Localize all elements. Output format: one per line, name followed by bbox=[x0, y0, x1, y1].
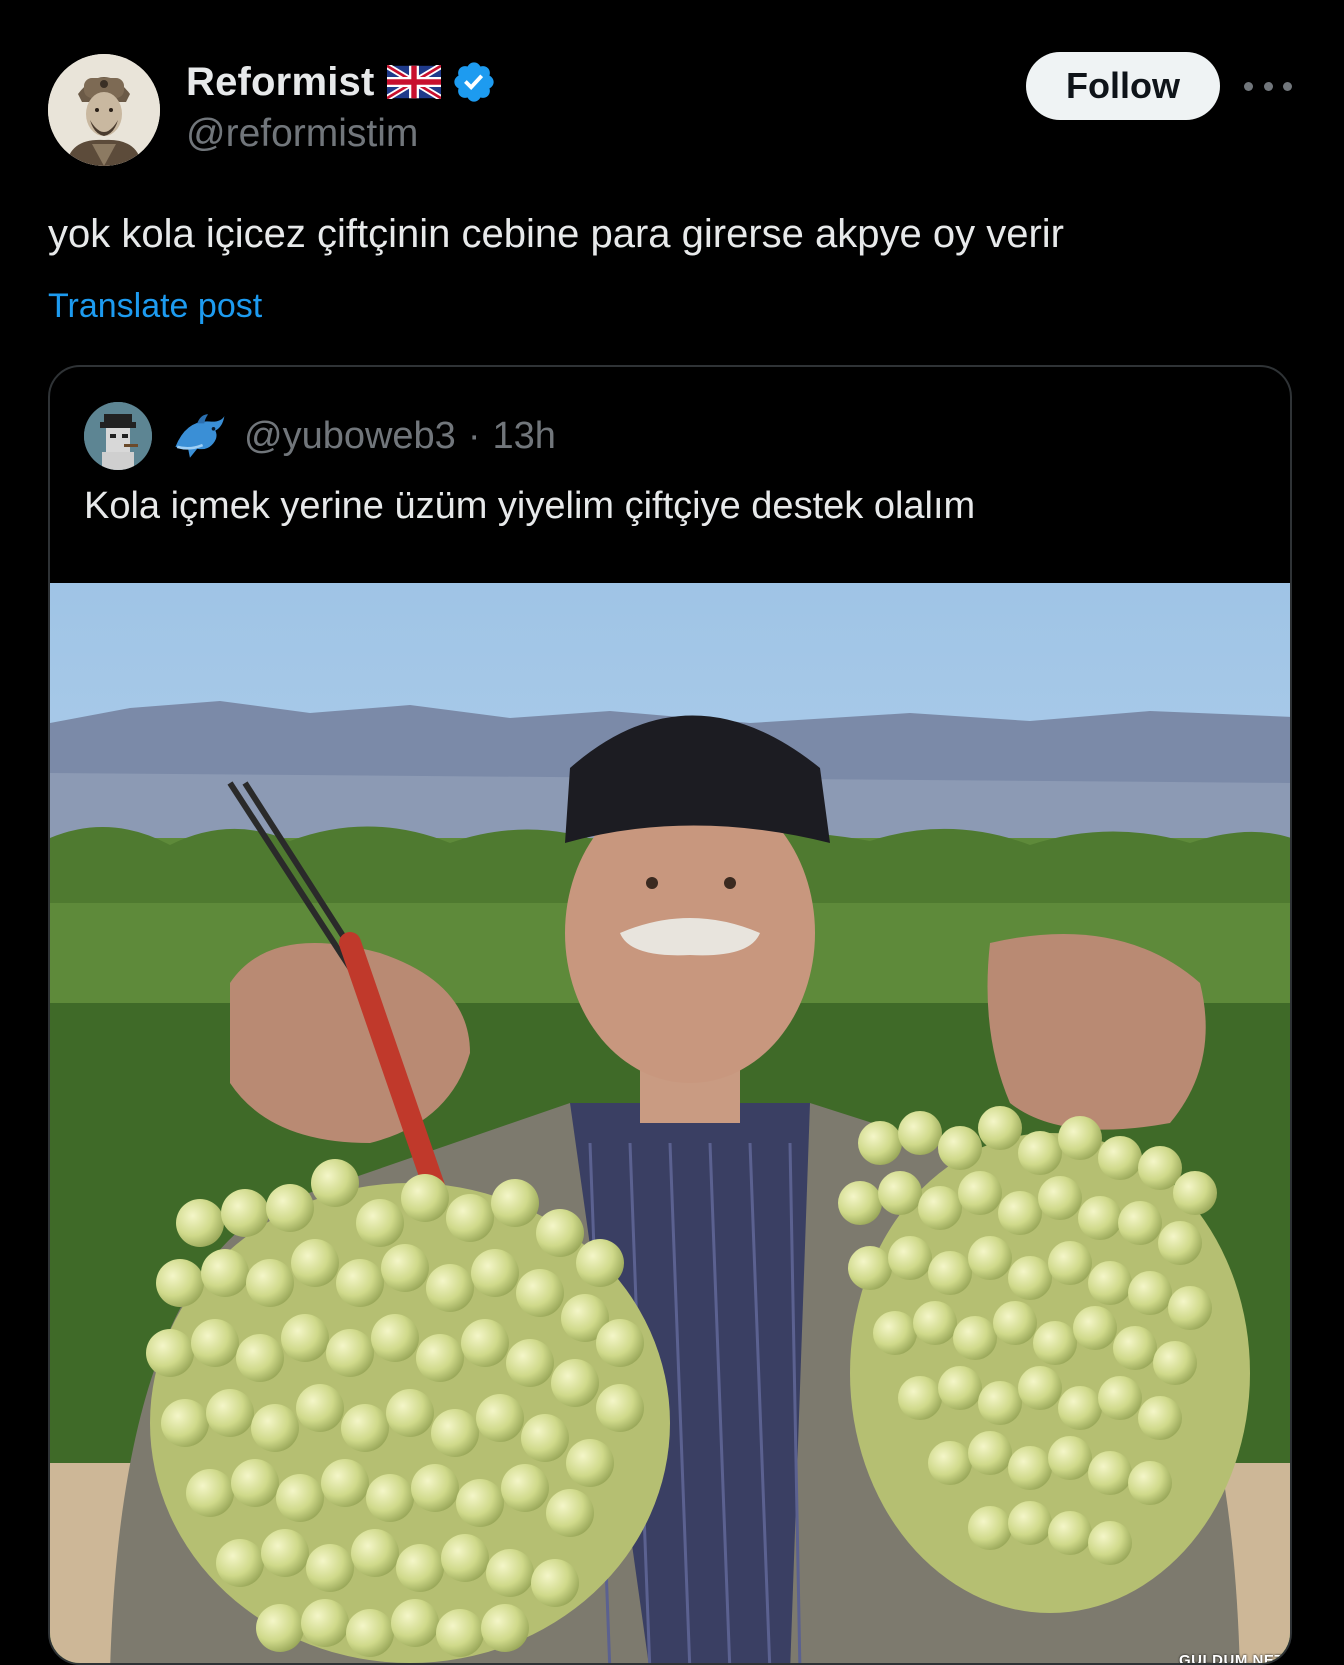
post-text: yok kola içicez çiftçinin cebine para gi… bbox=[48, 212, 1064, 256]
farmer-holding-grapes-photo[interactable]: GULDUM.NET bbox=[50, 583, 1290, 1665]
dot bbox=[1263, 81, 1273, 91]
follow-button[interactable]: Follow bbox=[1026, 52, 1220, 120]
author-handle[interactable]: @reformistim bbox=[186, 112, 418, 156]
uk-flag-icon bbox=[386, 65, 441, 99]
quoted-author-avatar[interactable] bbox=[84, 402, 152, 470]
translate-post-link[interactable]: Translate post bbox=[48, 287, 262, 326]
quoted-author-handle[interactable]: @yuboweb3 bbox=[244, 415, 456, 458]
watermark: GULDUM.NET bbox=[1179, 1652, 1284, 1665]
portrait-illustration bbox=[48, 54, 160, 166]
author-display-name[interactable]: Reformist bbox=[186, 60, 375, 105]
quoted-post-text: Kola içmek yerine üzüm yiyelim çiftçiye … bbox=[84, 485, 976, 527]
quoted-post-header: @yuboweb3 · 13h bbox=[84, 401, 556, 471]
photo-illustration bbox=[50, 583, 1290, 1663]
dot bbox=[1244, 81, 1253, 91]
verified-badge-icon bbox=[453, 62, 494, 102]
quoted-post-time[interactable]: 13h bbox=[492, 415, 555, 458]
quoted-post-card[interactable]: @yuboweb3 · 13h Kola içmek yerine üzüm y… bbox=[48, 365, 1292, 1665]
more-horizontal-icon[interactable] bbox=[1244, 66, 1292, 106]
author-name-row: Reformist bbox=[186, 52, 497, 112]
separator-dot: · bbox=[467, 414, 481, 457]
pixel-avatar-illustration bbox=[84, 402, 152, 470]
tweet-header: Reformist @reformistim Follow bbox=[48, 50, 1298, 170]
dolphin-icon bbox=[175, 414, 225, 458]
dot bbox=[1283, 81, 1292, 91]
tweet: Reformist @reformistim Follow yok kola i… bbox=[0, 0, 1344, 1665]
author-avatar[interactable] bbox=[48, 54, 160, 166]
